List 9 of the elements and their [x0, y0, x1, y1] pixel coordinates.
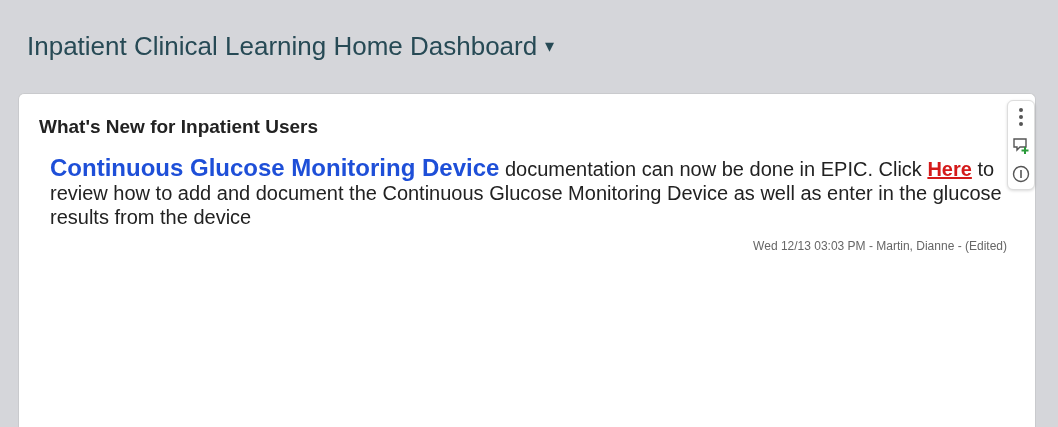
- caret-icon[interactable]: ▾: [545, 35, 555, 57]
- announcement-text: Continuous Glucose Monitoring Device documentation can now be done in EPIC. Click Here to review how to add and document the Continuous Glucose Monitoring Device as well as enter in the glucose results from the device: [50, 156, 1003, 229]
- more-icon[interactable]: [1018, 107, 1024, 127]
- card-title: What's New for Inpatient Users: [39, 116, 319, 138]
- dashboard-title[interactable]: Inpatient Clinical Learning Home Dashboard: [27, 30, 538, 62]
- here-link[interactable]: Here: [927, 158, 972, 180]
- add-comment-icon[interactable]: [1012, 137, 1030, 155]
- post-meta: Wed 12/13 03:03 PM - Martin, Dianne - (Edited): [752, 239, 1007, 253]
- info-icon[interactable]: [1012, 165, 1030, 183]
